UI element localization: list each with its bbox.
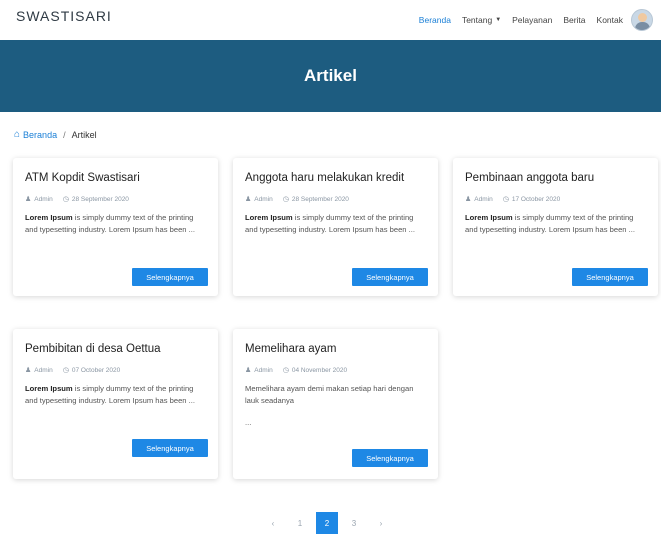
article-excerpt: Lorem Ipsum is simply dummy text of the … [25,212,206,248]
nav-item-berita[interactable]: Berita [563,15,585,25]
pagination-prev[interactable]: ‹ [262,512,284,534]
article-date: 28 September 2020 [71,195,129,203]
excerpt-bold: Lorem Ipsum [25,213,73,222]
main-nav: Beranda Tentang ▼ Pelayanan Berita Konta… [408,6,653,34]
article-meta: ♟ Admin ◷ 07 October 2020 [25,366,206,375]
article-meta: ♟ Admin ◷ 28 September 2020 [245,195,426,204]
breadcrumb-home-link[interactable]: Beranda [23,130,57,140]
article-author: Admin [34,366,53,374]
pagination-page-active[interactable]: 2 [316,512,338,534]
article-date: 28 September 2020 [291,195,349,203]
nav-item-kontak[interactable]: Kontak [597,15,623,25]
brand-logo[interactable]: SWASTISARI [16,8,112,24]
user-avatar-icon[interactable] [631,9,653,31]
read-more-button[interactable]: Selengkapnya [352,449,428,467]
article-excerpt: Lorem Ipsum is simply dummy text of the … [465,212,646,248]
article-title[interactable]: Pembinaan anggota baru [465,172,646,184]
article-author: Admin [254,195,273,203]
article-meta: ♟ Admin ◷ 17 October 2020 [465,195,646,204]
navbar: SWASTISARI Beranda Tentang ▼ Pelayanan B… [0,0,661,40]
user-icon: ♟ [245,367,252,374]
article-excerpt: Lorem Ipsum is simply dummy text of the … [25,383,206,419]
read-more-button[interactable]: Selengkapnya [572,268,648,286]
user-icon: ♟ [25,367,32,374]
user-icon: ♟ [245,196,252,203]
read-more-button[interactable]: Selengkapnya [132,268,208,286]
article-card: Memelihara ayam ♟ Admin ◷ 04 November 20… [233,329,438,479]
home-icon[interactable]: ⌂ [14,129,20,140]
nav-item-label: Tentang [461,15,493,25]
chevron-down-icon: ▼ [495,17,502,23]
nav-item-beranda[interactable]: Beranda [419,15,451,25]
nav-item-tentang[interactable]: Tentang ▼ [462,15,501,25]
article-meta: ♟ Admin ◷ 04 November 2020 [245,366,426,375]
nav-item-label: Pelayanan [512,15,553,25]
clock-icon: ◷ [282,367,289,374]
article-title[interactable]: Anggota haru melakukan kredit [245,172,426,184]
breadcrumb-separator: / [63,129,66,140]
user-icon: ♟ [25,196,32,203]
article-card: Pembinaan anggota baru ♟ Admin ◷ 17 Octo… [453,158,658,296]
article-excerpt: Lorem Ipsum is simply dummy text of the … [245,212,426,248]
article-title[interactable]: Pembibitan di desa Oettua [25,343,206,355]
user-icon: ♟ [465,196,472,203]
article-date: 17 October 2020 [511,195,561,203]
article-card: ATM Kopdit Swastisari ♟ Admin ◷ 28 Septe… [13,158,218,296]
article-date: 04 November 2020 [291,366,348,374]
read-more-button[interactable]: Selengkapnya [132,439,208,457]
article-excerpt: Memelihara ayam demi makan setiap hari d… [245,384,414,405]
article-author: Admin [474,195,493,203]
read-more-button[interactable]: Selengkapnya [352,268,428,286]
article-card: Pembibitan di desa Oettua ♟ Admin ◷ 07 O… [13,329,218,479]
breadcrumb-current: Artikel [71,129,97,140]
excerpt-bold: Lorem Ipsum [245,213,293,222]
clock-icon: ◷ [62,196,69,203]
article-date: 07 October 2020 [71,366,121,374]
clock-icon: ◷ [282,196,289,203]
article-excerpt-tail: ... [245,418,252,427]
article-author: Admin [254,366,273,374]
pagination-page[interactable]: 1 [289,512,311,534]
nav-item-label: Beranda [418,15,451,25]
article-author: Admin [34,195,53,203]
page-title: Artikel [304,66,357,85]
clock-icon: ◷ [502,196,509,203]
page-banner: Artikel [0,40,661,112]
article-title[interactable]: ATM Kopdit Swastisari [25,172,206,184]
nav-item-label: Berita [563,15,586,25]
article-title[interactable]: Memelihara ayam [245,343,426,355]
pagination-page[interactable]: 3 [343,512,365,534]
clock-icon: ◷ [62,367,69,374]
nav-item-label: Kontak [596,15,623,25]
article-card: Anggota haru melakukan kredit ♟ Admin ◷ … [233,158,438,296]
article-meta: ♟ Admin ◷ 28 September 2020 [25,195,206,204]
breadcrumb: ⌂ Beranda / Artikel [14,129,97,140]
pagination: ‹ 1 2 3 › [262,512,397,534]
nav-item-pelayanan[interactable]: Pelayanan [512,15,552,25]
excerpt-bold: Lorem Ipsum [465,213,513,222]
pagination-next[interactable]: › [370,512,392,534]
excerpt-bold: Lorem Ipsum [25,384,73,393]
